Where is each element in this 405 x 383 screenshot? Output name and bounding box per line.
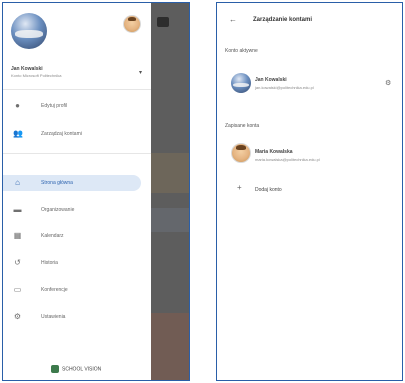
add-account-label: Dodaj konto xyxy=(255,187,282,193)
menu-item-label: Strona główna xyxy=(41,180,73,186)
menu-item-settings[interactable]: ⚙ Ustawienia xyxy=(3,309,151,325)
account-name: Jan Kowalski xyxy=(11,66,43,72)
menu-item-home[interactable]: ⌂ Strona główna xyxy=(3,175,141,191)
backdrop-content-block-3 xyxy=(151,313,189,380)
backdrop-toolbar-icon xyxy=(157,17,169,27)
menu-item-label: Edytuj profil xyxy=(41,103,68,109)
add-person-icon: + xyxy=(237,183,242,192)
account-avatar[interactable] xyxy=(11,13,47,49)
saved-account-avatar xyxy=(231,143,251,163)
active-account-email: jan.kowalski@politechnika.edu.pl xyxy=(255,85,314,90)
menu-item-label: Zarządzaj kontami xyxy=(41,131,82,137)
section-saved-accounts: Zapisane konta xyxy=(225,123,260,129)
menu-item-conferences[interactable]: ▭ Konferencje xyxy=(3,282,151,298)
divider xyxy=(3,89,151,90)
saved-account-name: Maria Kowalska xyxy=(255,149,293,155)
divider xyxy=(3,153,151,154)
menu-item-history[interactable]: ↺ Historia xyxy=(3,255,151,271)
people-icon: 👥 xyxy=(13,129,23,138)
active-account-row[interactable]: Jan Kowalski jan.kowalski@politechnika.e… xyxy=(217,69,402,99)
page-title: Zarządzanie kontami xyxy=(253,17,313,23)
menu-item-organizing[interactable]: ▬ Organizowanie xyxy=(3,202,151,218)
phone-left: Jan Kowalski Konto Microsoft Politechnik… xyxy=(2,2,190,381)
monitor-icon: ▭ xyxy=(13,285,22,294)
saved-account-email: maria.kowalska@politechnika.edu.pl xyxy=(255,157,320,162)
account-email: Konto Microsoft Politechnika xyxy=(11,73,62,78)
folder-icon: ▬ xyxy=(13,205,22,214)
chevron-down-icon[interactable]: ▾ xyxy=(139,69,142,76)
navigation-drawer: Jan Kowalski Konto Microsoft Politechnik… xyxy=(3,3,151,380)
account-settings-icon[interactable]: ⚙ xyxy=(385,79,391,87)
menu-item-calendar[interactable]: ▦ Kalendarz xyxy=(3,228,151,244)
home-icon: ⌂ xyxy=(15,178,20,187)
settings-icon: ⚙ xyxy=(13,312,22,321)
footer-logo: SCHOOL VISION xyxy=(51,365,101,373)
add-account-row[interactable]: + Dodaj konto xyxy=(217,177,402,207)
saved-account-row[interactable]: Maria Kowalska maria.kowalska@politechni… xyxy=(217,141,402,171)
back-arrow-icon[interactable]: ← xyxy=(229,15,237,24)
menu-item-edit-profile[interactable]: ● Edytuj profil xyxy=(3,98,151,114)
drawer-header: Jan Kowalski Konto Microsoft Politechnik… xyxy=(3,3,151,87)
drawer-backdrop[interactable] xyxy=(151,3,189,380)
logo-mark-icon xyxy=(51,365,59,373)
menu-item-manage-accounts[interactable]: 👥 Zarządzaj kontami xyxy=(3,126,151,142)
menu-item-label: Konferencje xyxy=(41,287,68,293)
active-account-name: Jan Kowalski xyxy=(255,77,287,83)
secondary-account-avatar[interactable] xyxy=(123,15,141,33)
calendar-icon: ▦ xyxy=(13,231,22,240)
backdrop-content-block xyxy=(151,153,189,193)
menu-item-label: Kalendarz xyxy=(41,233,64,239)
section-active-account: Konto aktywne xyxy=(225,48,258,54)
backdrop-content-block-2 xyxy=(151,208,189,232)
menu-item-label: Historia xyxy=(41,260,58,266)
footer-logo-text: SCHOOL VISION xyxy=(62,366,102,373)
menu-item-label: Organizowanie xyxy=(41,207,75,213)
phone-right: ← Zarządzanie kontami Konto aktywne Jan … xyxy=(216,2,403,381)
active-account-avatar xyxy=(231,73,251,93)
menu-item-label: Ustawienia xyxy=(41,314,66,320)
history-icon: ↺ xyxy=(14,258,21,267)
account-icon: ● xyxy=(15,101,20,110)
